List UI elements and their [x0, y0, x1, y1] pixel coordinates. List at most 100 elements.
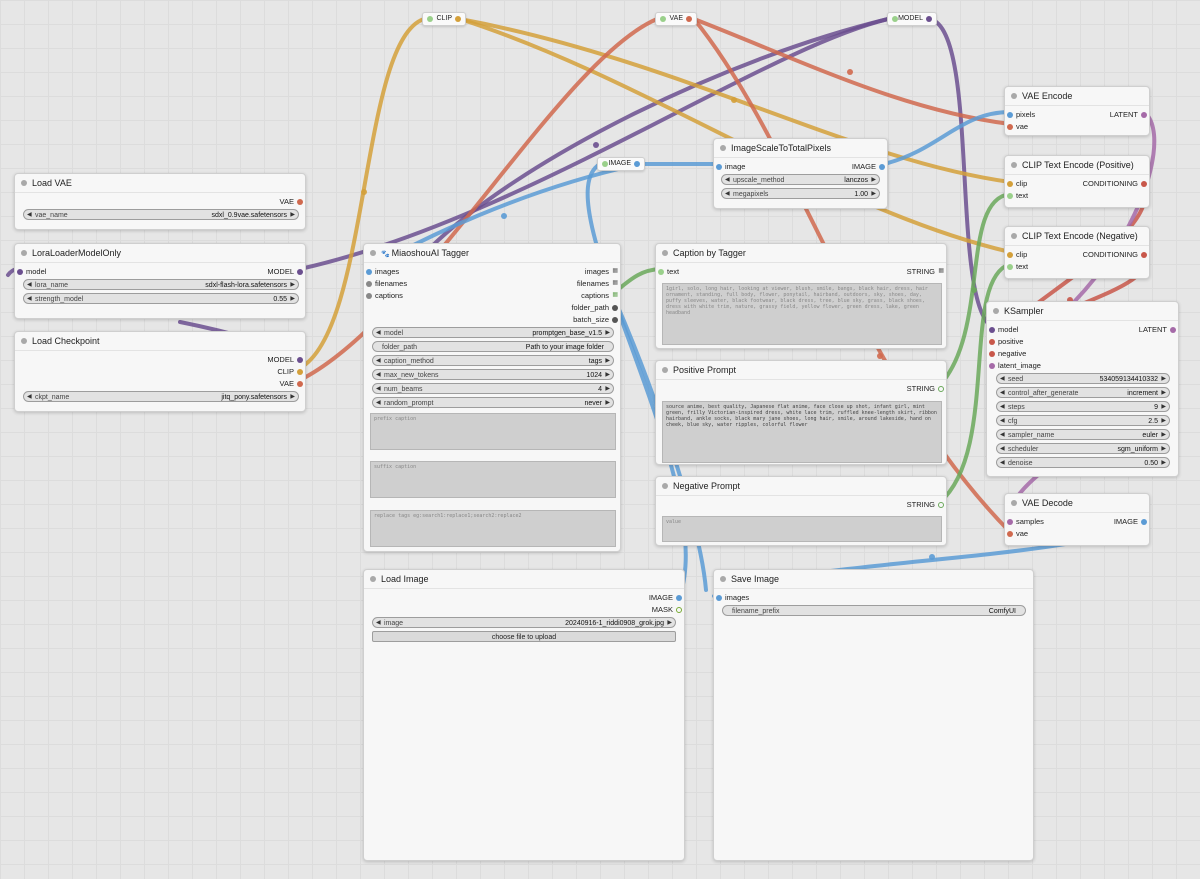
slot-dot[interactable] [1170, 326, 1176, 333]
random-prompt-combo[interactable]: ◀ random_prompt never ▶ [372, 397, 614, 408]
arrow-left-icon[interactable]: ◀ [376, 356, 381, 365]
arrow-right-icon[interactable]: ▶ [871, 175, 876, 184]
input-model[interactable]: model [15, 266, 46, 277]
arrow-left-icon[interactable]: ◀ [27, 294, 32, 303]
arrow-left-icon[interactable]: ◀ [1000, 416, 1005, 425]
folder-path-input[interactable]: folder_path Path to your image folder [372, 341, 614, 352]
caption-textarea[interactable]: 1girl, solo, long hair, looking at viewe… [662, 283, 942, 345]
slot-dot[interactable] [1141, 180, 1147, 187]
reroute-output-dot[interactable] [686, 16, 692, 22]
node-vae-encode[interactable]: VAE Encode pixels vae LATENT [1004, 86, 1150, 136]
negative-prompt-textarea[interactable]: value [662, 516, 942, 542]
output-batch-size[interactable]: batch_size [573, 314, 620, 325]
node-title[interactable]: VAE Decode [1005, 494, 1149, 513]
arrow-left-icon[interactable]: ◀ [1000, 444, 1005, 453]
output-images[interactable]: images ▦ [585, 266, 620, 277]
input-text[interactable]: text [1005, 190, 1028, 201]
ckpt-name-combo[interactable]: ◀ ckpt_name jitq_pony.safetensors ▶ [23, 391, 299, 402]
arrow-left-icon[interactable]: ◀ [1000, 430, 1005, 439]
node-load-checkpoint[interactable]: Load Checkpoint MODEL CLIP VAE ◀ ckpt_na… [14, 331, 306, 412]
arrow-left-icon[interactable]: ◀ [376, 370, 381, 379]
input-vae[interactable]: vae [1005, 528, 1028, 539]
caption-method-combo[interactable]: ◀ caption_method tags ▶ [372, 355, 614, 366]
slot-dot[interactable] [1141, 111, 1147, 118]
arrow-right-icon[interactable]: ▶ [605, 370, 610, 379]
arrow-left-icon[interactable]: ◀ [1000, 458, 1005, 467]
output-captions[interactable]: captions ▦ [581, 290, 620, 301]
arrow-right-icon[interactable]: ▶ [1161, 374, 1166, 383]
node-title[interactable]: Load Checkpoint [15, 332, 305, 351]
node-title[interactable]: CLIP Text Encode (Positive) [1005, 156, 1149, 175]
output-conditioning[interactable]: CONDITIONING [1083, 249, 1149, 260]
output-latent[interactable]: LATENT [1110, 109, 1149, 120]
list-grid-icon[interactable]: ▦ [612, 290, 618, 298]
output-model[interactable]: MODEL [267, 266, 305, 277]
output-filenames[interactable]: filenames ▦ [577, 278, 620, 289]
reroute-vae[interactable]: VAE [655, 12, 697, 26]
arrow-right-icon[interactable]: ▶ [605, 384, 610, 393]
positive-prompt-textarea[interactable]: source anime, best quality, Japanese fla… [662, 401, 942, 463]
slot-dot[interactable] [989, 326, 995, 333]
slot-dot[interactable] [17, 268, 23, 275]
reroute-input-dot[interactable] [602, 161, 608, 167]
reroute-output-dot[interactable] [926, 16, 932, 22]
slot-dot[interactable] [1007, 251, 1013, 258]
filename-prefix-input[interactable]: filename_prefix ComfyUI [722, 605, 1026, 616]
node-lora-loader[interactable]: LoraLoaderModelOnly model MODEL ◀ lora_n… [14, 243, 306, 319]
node-clip-text-encode-positive[interactable]: CLIP Text Encode (Positive) clip text CO… [1004, 155, 1150, 208]
arrow-left-icon[interactable]: ◀ [376, 384, 381, 393]
upscale-method-combo[interactable]: ◀ upscale_method lanczos ▶ [721, 174, 880, 185]
slot-dot[interactable] [1141, 251, 1147, 258]
slot-dot[interactable] [297, 380, 303, 387]
node-caption-by-tagger[interactable]: Caption by Tagger text STRING ▦ 1girl, s… [655, 243, 947, 349]
slot-dot[interactable] [1007, 180, 1013, 187]
scheduler-combo[interactable]: ◀ scheduler sgm_uniform ▶ [996, 443, 1170, 454]
slot-dot[interactable] [1007, 123, 1013, 130]
input-text[interactable]: text [656, 266, 679, 277]
arrow-right-icon[interactable]: ▶ [1161, 402, 1166, 411]
node-title[interactable]: Negative Prompt [656, 477, 946, 496]
output-image[interactable]: IMAGE [649, 592, 684, 603]
lora-name-combo[interactable]: ◀ lora_name sdxl-flash-lora.safetensors … [23, 279, 299, 290]
node-ksampler[interactable]: KSampler model positive negative latent_… [986, 301, 1179, 477]
arrow-right-icon[interactable]: ▶ [290, 392, 295, 401]
megapixels-stepper[interactable]: ◀ megapixels 1.00 ▶ [721, 188, 880, 199]
slot-dot[interactable] [366, 268, 372, 275]
input-images[interactable]: images [364, 266, 399, 277]
arrow-right-icon[interactable]: ▶ [605, 328, 610, 337]
reroute-image[interactable]: IMAGE [597, 157, 645, 171]
slot-dot[interactable] [612, 316, 618, 323]
output-folder-path[interactable]: folder_path [571, 302, 620, 313]
node-title[interactable]: Save Image [714, 570, 1033, 589]
node-image-scale-to-total-pixels[interactable]: ImageScaleToTotalPixels image IMAGE ◀ up… [713, 138, 888, 209]
vae-name-combo[interactable]: ◀ vae_name sdxl_0.9vae.safetensors ▶ [23, 209, 299, 220]
arrow-right-icon[interactable]: ▶ [290, 294, 295, 303]
seed-stepper[interactable]: ◀ seed 534059134410332 ▶ [996, 373, 1170, 384]
slot-dot[interactable] [297, 368, 303, 375]
slot-dot[interactable] [297, 198, 303, 205]
reroute-input-dot[interactable] [660, 16, 666, 22]
choose-file-upload-button[interactable]: choose file to upload [372, 631, 676, 642]
model-combo[interactable]: ◀ model promptgen_base_v1.5 ▶ [372, 327, 614, 338]
slot-dot[interactable] [366, 292, 372, 299]
node-title[interactable]: CLIP Text Encode (Negative) [1005, 227, 1149, 246]
node-title[interactable]: Caption by Tagger [656, 244, 946, 263]
node-positive-prompt[interactable]: Positive Prompt STRING source anime, bes… [655, 360, 947, 465]
slot-dot[interactable] [1007, 530, 1013, 537]
prefix-caption-textarea[interactable]: prefix caption [370, 413, 616, 450]
arrow-right-icon[interactable]: ▶ [1161, 416, 1166, 425]
arrow-left-icon[interactable]: ◀ [27, 210, 32, 219]
arrow-right-icon[interactable]: ▶ [605, 398, 610, 407]
arrow-left-icon[interactable]: ◀ [27, 392, 32, 401]
slot-dot[interactable] [879, 163, 885, 170]
output-mask[interactable]: MASK [652, 604, 684, 615]
node-title[interactable]: KSampler [987, 302, 1178, 321]
max-new-tokens-stepper[interactable]: ◀ max_new_tokens 1024 ▶ [372, 369, 614, 380]
cfg-stepper[interactable]: ◀ cfg 2.5 ▶ [996, 415, 1170, 426]
arrow-right-icon[interactable]: ▶ [290, 210, 295, 219]
output-image[interactable]: IMAGE [1114, 516, 1149, 527]
input-text[interactable]: text [1005, 261, 1028, 272]
slot-dot[interactable] [676, 594, 682, 601]
reroute-model[interactable]: MODEL [887, 12, 937, 26]
arrow-left-icon[interactable]: ◀ [376, 618, 381, 627]
